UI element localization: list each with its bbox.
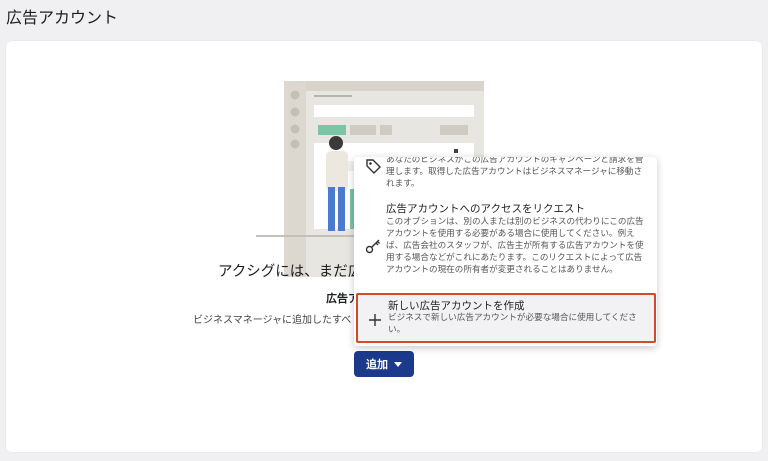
plus-icon: [369, 314, 381, 326]
add-button[interactable]: 追加: [354, 351, 414, 377]
page-title: 広告アカウント: [6, 8, 119, 27]
menu-item-create-account[interactable]: 新しい広告アカウントを作成 ビジネスで新しい広告アカウントが必要な場合に使用して…: [356, 293, 656, 343]
caret-down-icon: [394, 361, 402, 367]
menu-item-title: 新しい広告アカウントを作成: [388, 300, 525, 312]
empty-state-title: アクシグには、まだ広: [218, 264, 363, 280]
add-dropdown-menu: あなたのビジネスがこの広告アカウントのキャンペーンと請求を管理します。取得した広…: [354, 157, 657, 346]
add-button-label: 追加: [366, 358, 388, 371]
menu-item-description: あなたのビジネスがこの広告アカウントのキャンペーンと請求を管理します。取得した広…: [386, 157, 644, 189]
tag-icon: [366, 159, 381, 174]
menu-item-title: 広告アカウントへのアクセスをリクエスト: [386, 203, 585, 215]
menu-item-description: このオプションは、別の人または別のビジネスの代わりにこの広告アカウントを使用する…: [386, 217, 644, 275]
empty-state-description: ビジネスマネージャに追加したすべ: [193, 315, 352, 326]
menu-item-claim-account[interactable]: あなたのビジネスがこの広告アカウントのキャンペーンと請求を管理します。取得した広…: [354, 157, 657, 189]
menu-item-description: ビジネスで新しい広告アカウントが必要な場合に使用してください。: [388, 313, 637, 335]
key-icon: [365, 239, 380, 254]
menu-item-request-access[interactable]: 広告アカウントへのアクセスをリクエスト このオプションは、別の人または別のビジネ…: [354, 197, 657, 292]
